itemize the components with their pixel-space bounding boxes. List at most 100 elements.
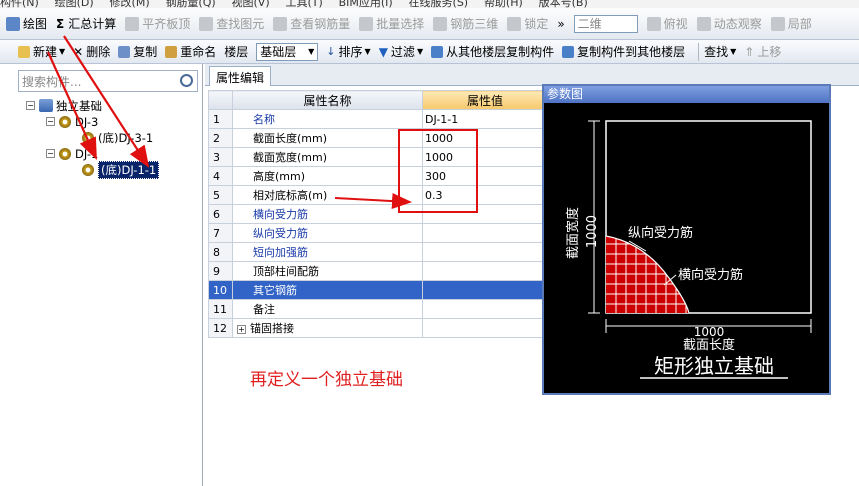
floor-label: 楼层	[224, 45, 249, 59]
move-up-button[interactable]: ⇑ 上移	[744, 43, 781, 60]
find-button[interactable]: 查找 ▼	[704, 43, 736, 60]
menu-component[interactable]: 构件(N)	[0, 0, 39, 8]
draw-button[interactable]: 绘图	[6, 15, 47, 32]
table-row[interactable]: 8 短向加强筋	[208, 242, 548, 262]
annotation-caption: 再定义一个独立基础	[250, 370, 403, 390]
annotation-box	[398, 129, 478, 213]
length-value: 1000	[694, 325, 725, 339]
tab-property-edit[interactable]: 属性编辑	[209, 66, 272, 86]
gear-icon	[82, 131, 94, 144]
figure-title: 矩形独立基础	[654, 354, 774, 378]
row-number-header	[208, 90, 233, 110]
row-number: 4	[208, 166, 233, 186]
rename-button[interactable]: 重命名	[165, 43, 216, 60]
new-button[interactable]: 新建 ▼	[18, 43, 65, 60]
gear-icon	[82, 163, 94, 176]
table-row[interactable]: 9 顶部柱间配筋	[208, 261, 548, 281]
menu-modify[interactable]: 修改(M)	[110, 0, 150, 8]
property-value[interactable]	[422, 223, 548, 243]
table-row[interactable]: 1 名称 DJ-1-1	[208, 109, 548, 129]
table-row[interactable]: 2 截面长度(mm) 1000	[208, 128, 548, 148]
table-row[interactable]: 11 备注	[208, 299, 548, 319]
cube-icon	[433, 16, 448, 31]
row-number: 9	[208, 261, 233, 281]
property-value[interactable]	[422, 261, 548, 281]
collapse-icon[interactable]: −	[46, 117, 55, 126]
filter-icon: ▼	[378, 44, 388, 59]
table-row[interactable]: 4 高度(mm) 300	[208, 166, 548, 186]
tree-node-root[interactable]: − 独立基础	[26, 98, 102, 113]
expand-icon[interactable]: +	[237, 325, 246, 334]
copy-to-floor-button[interactable]: 复制构件到其他楼层	[562, 43, 685, 60]
collapse-icon[interactable]: −	[26, 101, 35, 110]
property-value[interactable]	[422, 242, 548, 262]
property-value[interactable]	[422, 318, 548, 338]
top-view-button[interactable]: 俯视	[646, 15, 688, 32]
search-input[interactable]: 搜索构件...	[18, 70, 198, 92]
collapse-icon[interactable]: −	[46, 149, 55, 158]
find-element-button[interactable]: 查找图元	[199, 15, 264, 32]
copy-button[interactable]: 复制	[118, 43, 157, 60]
table-row[interactable]: 7 纵向受力筋	[208, 223, 548, 243]
column-header-value: 属性值	[422, 90, 548, 110]
new-icon	[18, 45, 30, 58]
row-number: 12	[208, 318, 233, 338]
rebar-icon	[273, 16, 288, 31]
more-button[interactable]: »	[557, 17, 564, 31]
tree-node-dj1[interactable]: − DJ-1	[46, 146, 98, 161]
search-icon[interactable]	[180, 74, 193, 87]
summary-button[interactable]: Σ 汇总计算	[56, 15, 116, 32]
dynamic-view-button[interactable]: 动态观察	[696, 15, 762, 32]
tree-node-dj3[interactable]: − DJ-3	[46, 114, 98, 129]
table-row[interactable]: 5 相对底标高(m) 0.3	[208, 185, 548, 205]
property-name: 截面宽度(mm)	[232, 147, 423, 167]
table-row[interactable]: 6 横向受力筋	[208, 204, 548, 224]
property-value[interactable]: DJ-1-1	[422, 109, 548, 129]
lock-button[interactable]: 锁定	[507, 15, 548, 32]
menu-draw[interactable]: 绘图(D)	[55, 0, 94, 8]
floor-select[interactable]: 基础层 ▼	[256, 42, 319, 61]
property-name: 短向加强筋	[232, 242, 423, 262]
find-icon	[199, 16, 214, 31]
sigma-icon: Σ	[56, 16, 65, 31]
batch-select-button[interactable]: 批量选择	[359, 15, 424, 32]
copy-icon	[118, 45, 131, 58]
chevron-down-icon: ▼	[416, 47, 424, 56]
menu-tools[interactable]: 工具(T)	[285, 0, 322, 8]
menu-bim[interactable]: BIM应用(I)	[339, 0, 393, 8]
property-name: 其它钢筋	[232, 280, 423, 300]
filter-button[interactable]: ▼ 过滤 ▼	[379, 43, 423, 60]
menu-help[interactable]: 帮助(H)	[484, 0, 523, 8]
table-row[interactable]: 12 + 锚固搭接	[208, 318, 548, 338]
rebar-3d-button[interactable]: 钢筋三维	[433, 15, 498, 32]
tree-node-dj1-1[interactable]: (底)DJ-1-1	[82, 160, 160, 179]
property-name-label: 锚固搭接	[250, 322, 294, 335]
view-mode-select[interactable]: 二维	[573, 14, 638, 33]
view-rebar-button[interactable]: 查看钢筋量	[273, 15, 350, 32]
tree-node-dj3-1[interactable]: (底)DJ-3-1	[82, 130, 153, 145]
close-icon: ✕	[73, 44, 84, 59]
row-number: 2	[208, 128, 233, 148]
menu-online[interactable]: 在线服务(S)	[409, 0, 469, 8]
property-value[interactable]	[422, 299, 548, 319]
menu-version[interactable]: 版本号(B)	[539, 0, 588, 8]
table-row[interactable]: 3 截面宽度(mm) 1000	[208, 147, 548, 167]
delete-button[interactable]: ✕ 删除	[73, 43, 110, 60]
property-name: + 锚固搭接	[232, 318, 423, 338]
sort-button[interactable]: ↓ 排序 ▼	[326, 43, 370, 60]
property-value[interactable]	[422, 280, 548, 300]
row-number: 6	[208, 204, 233, 224]
row-number: 7	[208, 223, 233, 243]
property-name: 高度(mm)	[232, 166, 423, 186]
menu-rebar[interactable]: 钢筋量(Q)	[165, 0, 215, 8]
up-arrow-icon: ⇑	[744, 44, 755, 59]
copy-to-icon	[562, 45, 575, 58]
chevron-down-icon: ▼	[364, 47, 371, 56]
table-row[interactable]: 10 其它钢筋	[208, 280, 548, 300]
menu-view[interactable]: 视图(V)	[232, 0, 270, 8]
copy-from-floor-button[interactable]: 从其他楼层复制构件	[431, 43, 554, 60]
local-button[interactable]: 局部	[770, 15, 812, 32]
orbit-icon	[696, 16, 711, 31]
flush-slab-button[interactable]: 平齐板顶	[125, 15, 190, 32]
row-number: 3	[208, 147, 233, 167]
